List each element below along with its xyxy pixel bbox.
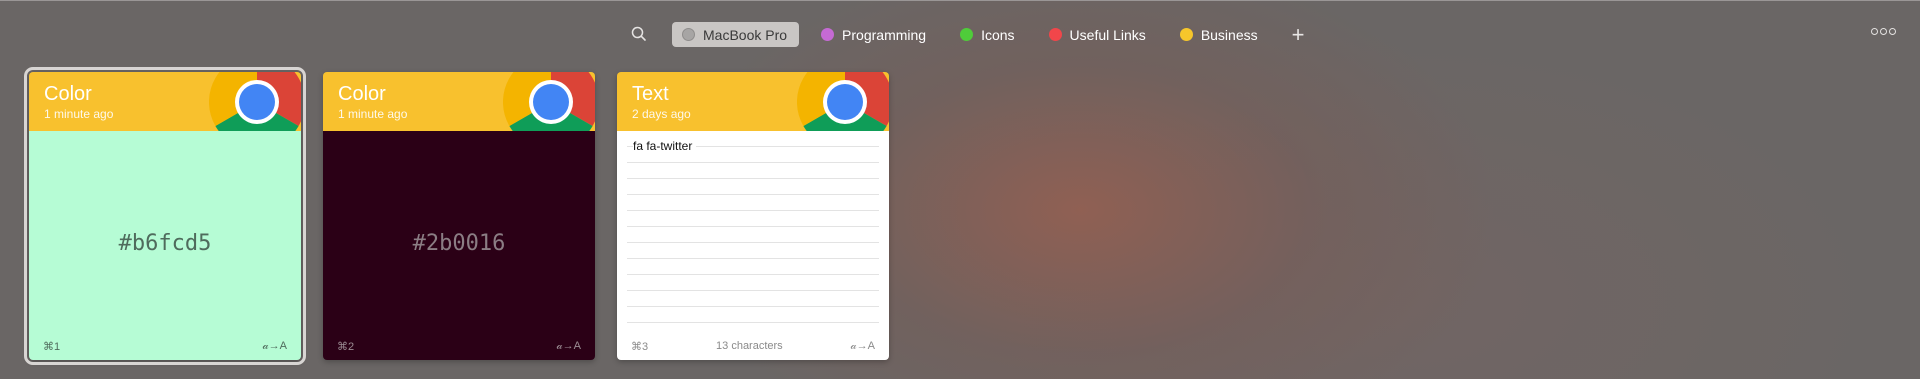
- tab-color-dot: [960, 28, 974, 41]
- tab-business[interactable]: Business: [1170, 22, 1270, 47]
- paste-plain-text-icon[interactable]: 𝒶→A: [557, 340, 581, 353]
- card-header: Color 1 minute ago: [29, 72, 301, 131]
- card-type-title: Color: [338, 83, 386, 105]
- tab-color-dot: [1048, 28, 1062, 41]
- chrome-icon: [797, 72, 889, 131]
- clip-card-text[interactable]: Text 2 days ago fa fa-twitter ⌘3 13 char…: [617, 72, 889, 360]
- shortcut-label: ⌘2: [337, 340, 355, 353]
- more-icon[interactable]: [1871, 28, 1896, 35]
- search-icon[interactable]: [629, 24, 649, 44]
- color-swatch: #b6fcd5 ⌘1 𝒶→A: [29, 131, 301, 360]
- tab-macbook-pro[interactable]: MacBook Pro: [672, 22, 800, 47]
- shortcut-label: ⌘3: [631, 340, 649, 353]
- top-toolbar: MacBook Pro Programming Icons Useful Lin…: [0, 0, 1920, 66]
- tab-label: Icons: [981, 26, 1015, 43]
- tab-color-dot: [1179, 28, 1193, 41]
- tab-label: Programming: [842, 26, 927, 43]
- chrome-icon: [503, 72, 595, 131]
- clip-card-color-2[interactable]: Color 1 minute ago #2b0016 ⌘2 𝒶→A: [323, 72, 595, 360]
- add-pinboard-button[interactable]: +: [1292, 22, 1305, 47]
- pinboard-tabs: MacBook Pro Programming Icons Useful Lin…: [672, 22, 1304, 47]
- tab-color-dot: [821, 28, 835, 41]
- paste-plain-text-icon[interactable]: 𝒶→A: [263, 340, 287, 353]
- card-footer: ⌘1 𝒶→A: [29, 332, 301, 360]
- chrome-icon: [209, 72, 301, 131]
- card-header: Color 1 minute ago: [323, 72, 595, 131]
- color-hex-value: #b6fcd5: [118, 231, 212, 256]
- ruled-lines: [627, 131, 879, 332]
- card-type-title: Text: [632, 83, 669, 105]
- tab-color-dot: [682, 28, 695, 41]
- shortcut-label: ⌘1: [43, 340, 61, 353]
- card-type-title: Color: [44, 83, 92, 105]
- card-footer: ⌘3 13 characters 𝒶→A: [617, 332, 889, 360]
- color-swatch: #2b0016 ⌘2 𝒶→A: [323, 131, 595, 360]
- clipboard-cards: Color 1 minute ago #b6fcd5 ⌘1 𝒶→A Color …: [24, 67, 911, 365]
- card-footer: ⌘2 𝒶→A: [323, 332, 595, 360]
- color-hex-value: #2b0016: [412, 231, 506, 256]
- card-timestamp: 1 minute ago: [338, 107, 408, 121]
- tab-useful-links[interactable]: Useful Links: [1039, 22, 1158, 47]
- card-timestamp: 1 minute ago: [44, 107, 114, 121]
- card-timestamp: 2 days ago: [632, 107, 691, 121]
- clip-card-color-1[interactable]: Color 1 minute ago #b6fcd5 ⌘1 𝒶→A: [24, 67, 306, 365]
- card-header: Text 2 days ago: [617, 72, 889, 131]
- clip-text-content: fa fa-twitter: [633, 139, 697, 153]
- character-count: 13 characters: [716, 340, 783, 352]
- text-preview: fa fa-twitter ⌘3 13 characters 𝒶→A: [617, 131, 889, 360]
- paste-plain-text-icon[interactable]: 𝒶→A: [851, 340, 875, 353]
- tab-icons[interactable]: Icons: [950, 22, 1026, 47]
- tab-programming[interactable]: Programming: [811, 22, 938, 47]
- tab-label: MacBook Pro: [703, 26, 788, 43]
- tab-label: Useful Links: [1069, 26, 1146, 43]
- tab-label: Business: [1200, 26, 1258, 43]
